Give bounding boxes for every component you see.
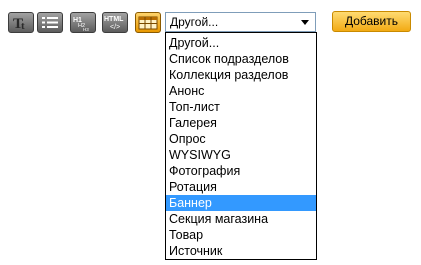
select-dropdown-list: Другой... Список подразделов Коллекция р… — [165, 32, 317, 260]
headings-icon: H1 H2 H3 — [73, 17, 89, 32]
dropdown-option[interactable]: Другой... — [166, 35, 316, 51]
dropdown-option[interactable]: WYSIWYG — [166, 147, 316, 163]
svg-text:t: t — [21, 20, 25, 32]
select-value: Другой... — [170, 15, 219, 29]
dropdown-option[interactable]: Галерея — [166, 115, 316, 131]
dropdown-option[interactable]: Опрос — [166, 131, 316, 147]
headings-button[interactable]: H1 H2 H3 — [70, 12, 96, 33]
svg-text:HTML: HTML — [104, 16, 124, 23]
dropdown-option-highlighted[interactable]: Баннер — [166, 195, 316, 211]
dropdown-option[interactable]: Топ-лист — [166, 99, 316, 115]
svg-text:</>: </> — [110, 24, 120, 31]
add-button[interactable]: Добавить — [332, 11, 411, 32]
chevron-down-icon — [301, 20, 309, 25]
table-icon — [138, 16, 158, 30]
text-format-button[interactable]: T t — [8, 12, 34, 33]
list-icon — [42, 17, 58, 28]
dropdown-option[interactable]: Секция магазина — [166, 211, 316, 227]
block-type-select[interactable]: Другой... — [165, 12, 316, 32]
html-button[interactable]: HTML </> — [102, 12, 128, 33]
list-button[interactable] — [37, 12, 63, 33]
dropdown-option[interactable]: Коллекция разделов — [166, 67, 316, 83]
dropdown-option[interactable]: Ротация — [166, 179, 316, 195]
dropdown-option[interactable]: Анонс — [166, 83, 316, 99]
svg-text:H3: H3 — [83, 27, 89, 32]
table-button[interactable] — [135, 12, 161, 33]
dropdown-option[interactable]: Фотография — [166, 163, 316, 179]
text-format-icon: T t — [13, 16, 25, 32]
dropdown-option[interactable]: Источник — [166, 243, 316, 259]
dropdown-option[interactable]: Список подразделов — [166, 51, 316, 67]
html-icon: HTML </> — [104, 16, 124, 31]
dropdown-option[interactable]: Товар — [166, 227, 316, 243]
